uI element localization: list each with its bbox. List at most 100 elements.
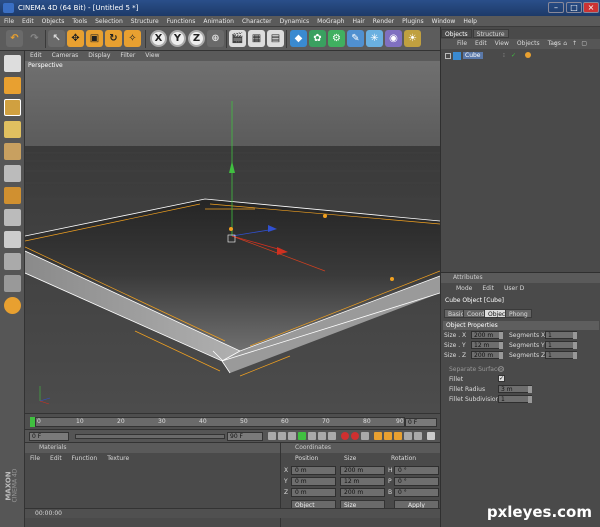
attr-menu-mode[interactable]: Mode (451, 285, 477, 292)
deformer-icon[interactable]: ✳ (366, 30, 383, 47)
record-icon[interactable] (341, 432, 349, 440)
axis-mode-icon[interactable] (4, 209, 21, 226)
make-editable-icon[interactable] (4, 55, 21, 72)
rotation-h-field[interactable]: 0 ° (394, 466, 439, 475)
spinner-icon[interactable] (499, 352, 503, 359)
go-to-start-icon[interactable] (268, 432, 276, 440)
menu-functions[interactable]: Functions (163, 16, 200, 27)
visibility-dots-icon[interactable]: ⁝ (503, 52, 505, 59)
menu-edit[interactable]: Edit (18, 16, 38, 27)
position-y-field[interactable]: 0 m (291, 477, 336, 486)
menu-hair[interactable]: Hair (348, 16, 368, 27)
menu-selection[interactable]: Selection (91, 16, 127, 27)
phong-tag-icon[interactable] (525, 52, 531, 58)
snap-icon[interactable] (4, 253, 21, 270)
rotation-b-field[interactable]: 0 ° (394, 488, 439, 497)
tweak-mode-icon[interactable] (4, 231, 21, 248)
size-x-input[interactable]: 200 m (471, 331, 503, 339)
attr-menu-edit[interactable]: Edit (477, 285, 499, 292)
y-axis-button[interactable]: Y (169, 30, 186, 47)
object-row-cube[interactable]: Cube ⁝ ✓ (443, 52, 599, 62)
layout-icon[interactable] (4, 297, 21, 314)
viewport-menu-view[interactable]: View (140, 51, 164, 61)
z-axis-button[interactable]: Z (188, 30, 205, 47)
obj-menu-view[interactable]: View (491, 40, 513, 47)
polygons-mode-icon[interactable] (4, 187, 21, 204)
texture-mode-icon[interactable] (4, 121, 21, 138)
next-key-icon[interactable] (318, 432, 326, 440)
previous-key-icon[interactable] (278, 432, 286, 440)
object-name[interactable]: Cube (463, 52, 483, 59)
rotation-key-icon[interactable] (394, 432, 402, 440)
move-icon[interactable]: ✥ (67, 30, 84, 47)
tab-structure[interactable]: Structure (472, 29, 509, 38)
cube-primitive-icon[interactable]: ◆ (290, 30, 307, 47)
fillet-checkbox[interactable]: ✓ (498, 375, 505, 382)
size-z-field[interactable]: 200 m (340, 488, 385, 497)
go-to-end-icon[interactable] (328, 432, 336, 440)
obj-menu-edit[interactable]: Edit (471, 40, 491, 47)
spinner-icon[interactable] (528, 396, 532, 403)
parameter-key-icon[interactable] (404, 432, 412, 440)
menu-render[interactable]: Render (369, 16, 398, 27)
previous-frame-icon[interactable] (288, 432, 296, 440)
next-frame-icon[interactable] (308, 432, 316, 440)
play-icon[interactable] (298, 432, 306, 440)
viewport-menu-display[interactable]: Display (83, 51, 115, 61)
materials-menu-edit[interactable]: Edit (45, 455, 67, 462)
camera-icon[interactable]: ☀ (404, 30, 421, 47)
menu-objects[interactable]: Objects (38, 16, 69, 27)
recent-tools-icon[interactable]: ✧ (124, 30, 141, 47)
scale-icon[interactable]: ▣ (86, 30, 103, 47)
tab-phong[interactable]: Phong (505, 309, 532, 318)
timeline[interactable]: 0 10 20 30 40 50 60 70 80 90 0 F (25, 413, 440, 429)
fillet-radius-input[interactable]: 3 m (498, 385, 532, 393)
segments-y-input[interactable]: 1 (545, 341, 577, 349)
position-key-icon[interactable] (374, 432, 382, 440)
menu-mograph[interactable]: MoGraph (313, 16, 348, 27)
undo-icon[interactable]: ↶ (6, 30, 23, 47)
end-frame-field[interactable]: 0 F (405, 418, 437, 427)
obj-menu-file[interactable]: File (453, 40, 471, 47)
menu-window[interactable]: Window (428, 16, 460, 27)
spline-icon[interactable]: ✎ (347, 30, 364, 47)
position-x-field[interactable]: 0 m (291, 466, 336, 475)
render-settings-icon[interactable]: ▤ (267, 30, 284, 47)
edges-mode-icon[interactable] (4, 165, 21, 182)
timeline-menu-icon[interactable] (427, 432, 435, 440)
scene-icon[interactable]: ◉ (385, 30, 402, 47)
spinner-icon[interactable] (573, 342, 577, 349)
menu-help[interactable]: Help (459, 16, 481, 27)
keyframe-selection-icon[interactable] (361, 432, 369, 440)
minimize-button[interactable]: – (548, 2, 564, 13)
maximize-button[interactable]: □ (566, 2, 582, 13)
render-view-icon[interactable]: 🎬 (229, 30, 246, 47)
materials-menu-function[interactable]: Function (67, 455, 103, 462)
segments-z-input[interactable]: 1 (545, 351, 577, 359)
spinner-icon[interactable] (573, 332, 577, 339)
spinner-icon[interactable] (573, 352, 577, 359)
size-x-field[interactable]: 200 m (340, 466, 385, 475)
close-button[interactable]: × (583, 2, 599, 13)
segments-x-input[interactable]: 1 (545, 331, 577, 339)
timeline-track[interactable]: 0 10 20 30 40 50 60 70 80 90 (35, 417, 405, 427)
fillet-subdivision-input[interactable]: 1 (498, 395, 532, 403)
tab-objects[interactable]: Objects (441, 29, 472, 38)
menu-dynamics[interactable]: Dynamics (276, 16, 314, 27)
nurbs-icon[interactable]: ✿ (309, 30, 326, 47)
preview-range-slider[interactable] (75, 434, 225, 439)
array-icon[interactable]: ⚙ (328, 30, 345, 47)
rotation-p-field[interactable]: 0 ° (394, 477, 439, 486)
autokey-icon[interactable] (351, 432, 359, 440)
viewport-menu-filter[interactable]: Filter (115, 51, 140, 61)
materials-menu-texture[interactable]: Texture (102, 455, 134, 462)
new-window-icon[interactable]: ▢ (577, 39, 591, 49)
menu-plugins[interactable]: Plugins (398, 16, 428, 27)
points-mode-icon[interactable] (4, 143, 21, 160)
model-mode-icon[interactable] (4, 77, 21, 94)
workplane-icon[interactable] (4, 275, 21, 292)
menu-file[interactable]: File (0, 16, 18, 27)
viewport-menu-edit[interactable]: Edit (25, 51, 47, 61)
menu-character[interactable]: Character (238, 16, 276, 27)
redo-icon[interactable]: ↷ (26, 30, 43, 47)
